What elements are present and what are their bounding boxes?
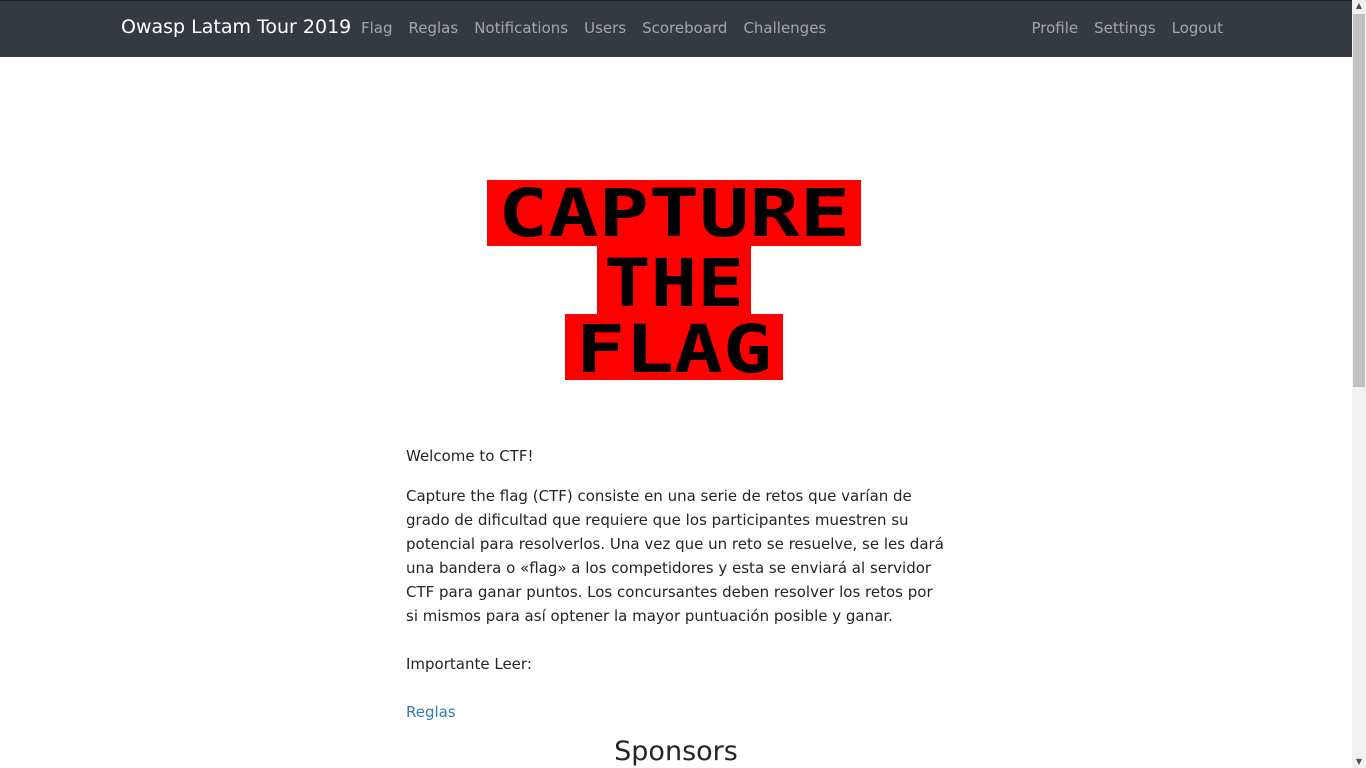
nav-challenges-link[interactable]: Challenges bbox=[743, 19, 826, 37]
top-navbar: Owasp Latam Tour 2019 Flag Reglas Notifi… bbox=[0, 0, 1352, 57]
sponsors-heading: Sponsors bbox=[614, 736, 738, 767]
vertical-scrollbar[interactable]: ▲ ▼ bbox=[1352, 0, 1366, 768]
nav-settings-link[interactable]: Settings bbox=[1094, 19, 1156, 37]
scroll-down-arrow-icon[interactable]: ▼ bbox=[1352, 756, 1366, 768]
rules-link[interactable]: Reglas bbox=[406, 703, 456, 721]
nav-reglas-link[interactable]: Reglas bbox=[409, 19, 459, 37]
scroll-up-arrow-icon[interactable]: ▲ bbox=[1352, 0, 1366, 12]
nav-users-link[interactable]: Users bbox=[584, 19, 626, 37]
brand-link[interactable]: Owasp Latam Tour 2019 bbox=[121, 16, 351, 38]
capture-the-flag-logo: CAPTURE THE FLAG bbox=[487, 178, 861, 381]
nav-right-links: Profile Settings Logout bbox=[1031, 19, 1223, 37]
main-content: Welcome to CTF! Capture the flag (CTF) c… bbox=[406, 444, 946, 740]
logo-text-flag: FLAG bbox=[576, 311, 772, 381]
important-label: Importante Leer: bbox=[406, 655, 532, 673]
nav-left-links: Flag Reglas Notifications Users Scoreboa… bbox=[361, 19, 826, 37]
nav-scoreboard-link[interactable]: Scoreboard bbox=[642, 19, 727, 37]
scrollbar-thumb[interactable] bbox=[1353, 14, 1365, 387]
nav-notifications-link[interactable]: Notifications bbox=[474, 19, 568, 37]
nav-flag-link[interactable]: Flag bbox=[361, 19, 393, 37]
nav-profile-link[interactable]: Profile bbox=[1031, 19, 1078, 37]
logo-text-capture: CAPTURE bbox=[498, 178, 850, 252]
nav-logout-link[interactable]: Logout bbox=[1172, 19, 1223, 37]
ctf-description: Capture the flag (CTF) consiste en una s… bbox=[406, 487, 944, 625]
welcome-text: Welcome to CTF! bbox=[406, 447, 534, 465]
